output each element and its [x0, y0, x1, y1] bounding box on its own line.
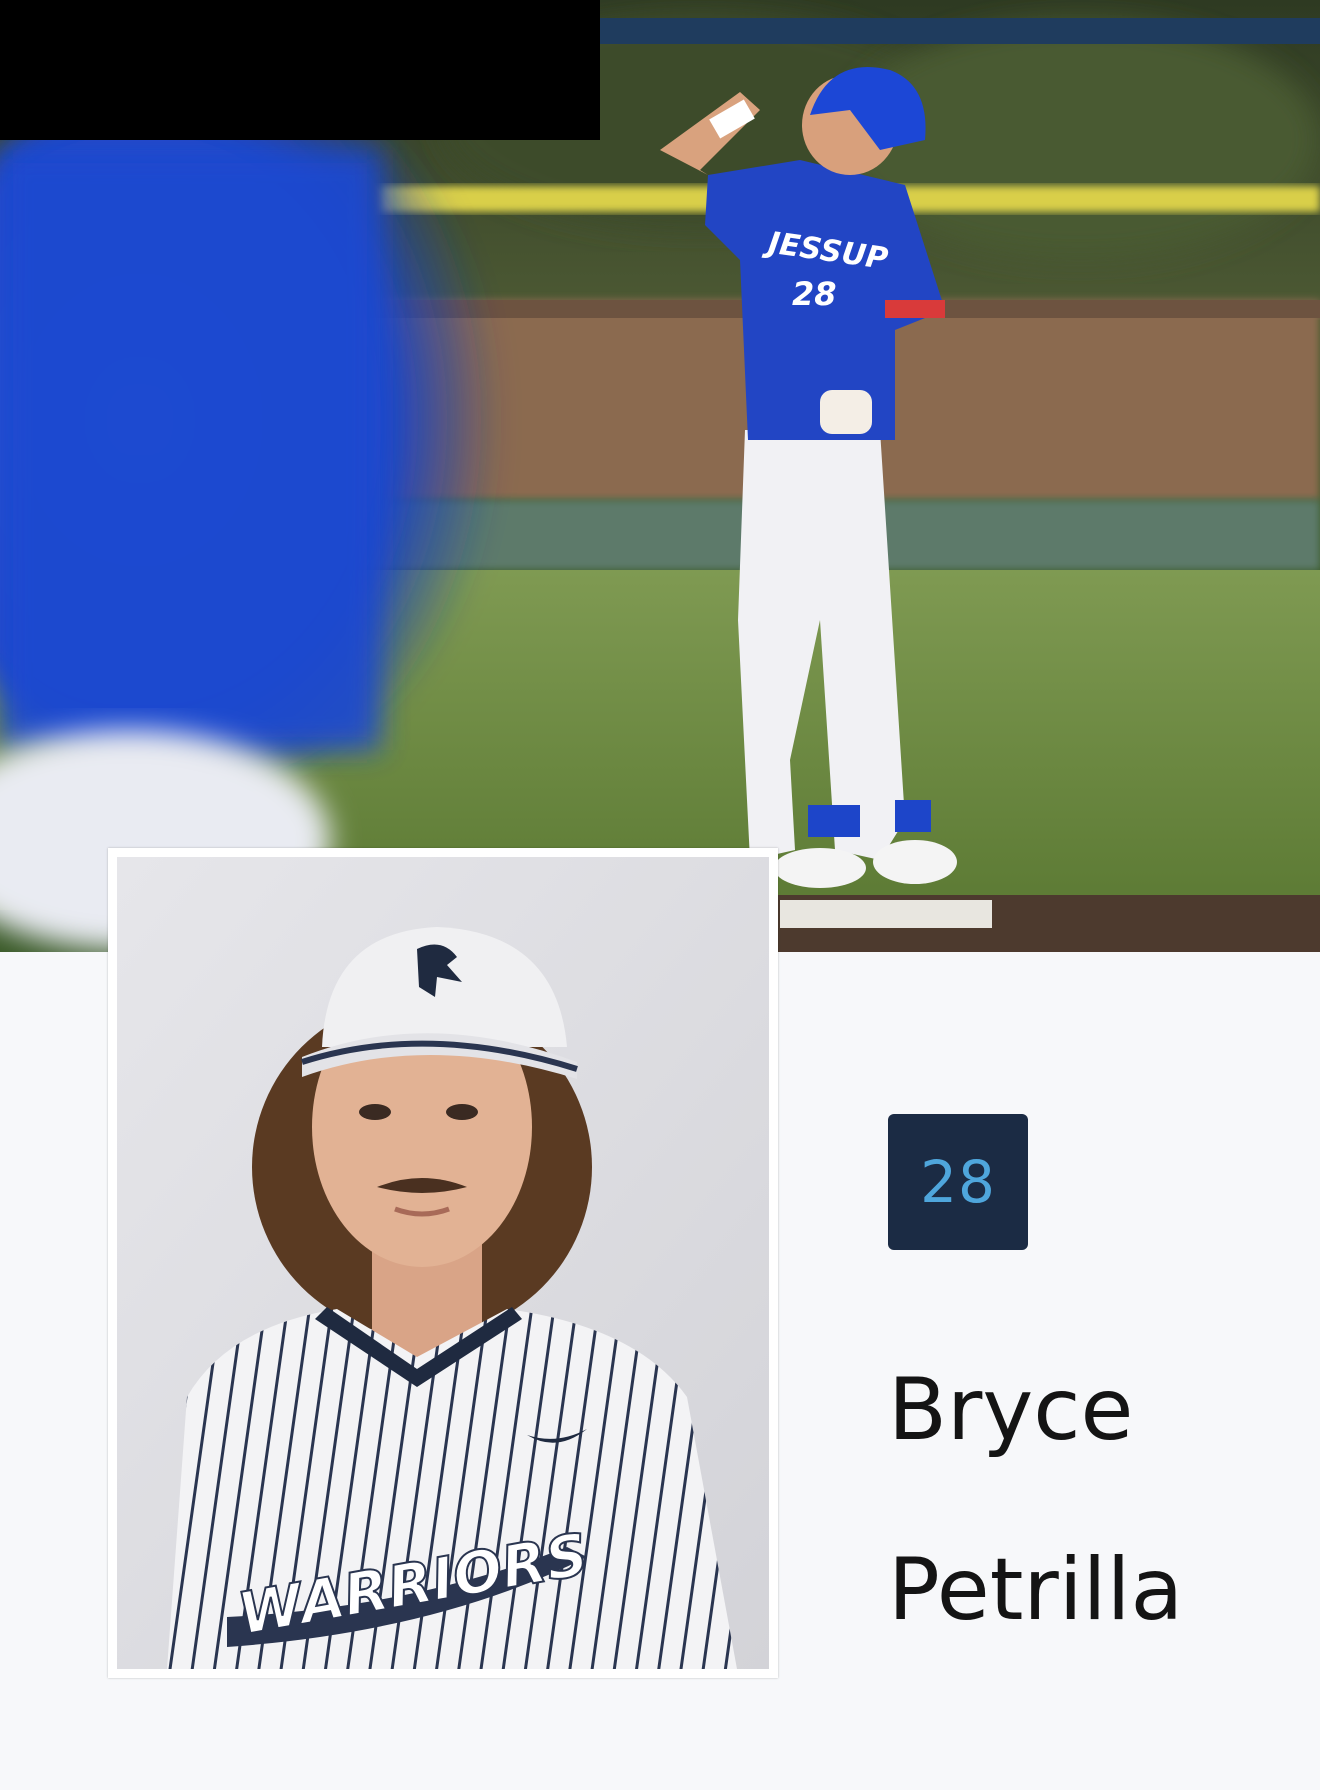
- player-last-name: Petrilla: [888, 1540, 1184, 1640]
- player-name: Bryce Petrilla: [888, 1320, 1308, 1680]
- player-profile-page: JESSUP 28 WARRIORS 28 Bryce Petrilla: [0, 0, 1320, 1790]
- hero-action-photo: JESSUP 28: [0, 0, 1320, 952]
- player-headshot: WARRIORS: [108, 848, 778, 1678]
- jersey-number-badge: 28: [888, 1114, 1028, 1250]
- top-accent-bar: [572, 18, 1320, 44]
- player-first-name: Bryce: [888, 1360, 1134, 1460]
- hero-jersey-number: 28: [792, 275, 837, 313]
- jersey-number: 28: [920, 1148, 996, 1216]
- redaction-block: [0, 0, 600, 140]
